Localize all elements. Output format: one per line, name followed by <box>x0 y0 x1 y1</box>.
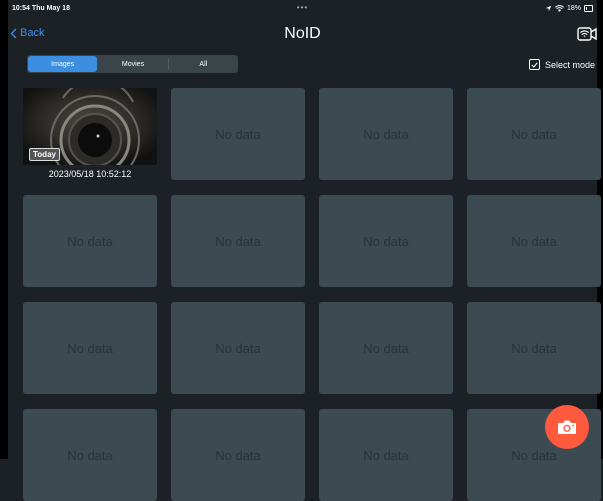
empty-media-tile: No data <box>23 302 157 394</box>
empty-media-tile: No data <box>319 409 453 501</box>
tab-images[interactable]: Images <box>28 56 98 72</box>
no-data-label: No data <box>363 340 409 356</box>
image-thumbnail[interactable]: Today <box>23 88 157 165</box>
empty-media-tile: No data <box>23 409 157 501</box>
status-icons: 18% <box>545 5 593 12</box>
select-mode-toggle[interactable]: Select mode <box>528 59 595 70</box>
no-data-label: No data <box>215 340 261 356</box>
no-data-label: No data <box>215 126 261 142</box>
navigation-bar: Back NoID <box>8 22 597 48</box>
empty-media-tile: No data <box>171 88 305 180</box>
status-time: 10:54 Thu May 18 <box>12 5 70 12</box>
empty-media-tile: No data <box>23 195 157 287</box>
tab-movies[interactable]: Movies <box>98 55 167 73</box>
checkbox-checked-icon[interactable] <box>528 59 540 70</box>
empty-media-tile: No data <box>319 88 453 180</box>
empty-media-tile: No data <box>171 302 305 394</box>
today-badge: Today <box>29 148 60 161</box>
back-button[interactable]: Back <box>10 27 44 39</box>
wifi-icon <box>555 5 564 12</box>
no-data-label: No data <box>363 447 409 463</box>
screen-frame-left <box>0 0 8 459</box>
status-bar: 10:54 Thu May 18 ••• 18% <box>8 0 597 20</box>
no-data-label: No data <box>363 233 409 249</box>
no-data-label: No data <box>511 233 557 249</box>
empty-media-tile: No data <box>319 302 453 394</box>
page-title: NoID <box>284 25 321 42</box>
chevron-left-icon <box>10 28 17 38</box>
no-data-label: No data <box>67 340 113 356</box>
camera-icon <box>558 420 576 434</box>
select-mode-label: Select mode <box>544 59 595 70</box>
tab-all[interactable]: All <box>169 55 238 73</box>
media-type-tabs: Images Movies All <box>27 55 238 73</box>
location-icon <box>545 5 552 12</box>
empty-media-tile: No data <box>467 302 601 394</box>
no-data-label: No data <box>67 233 113 249</box>
no-data-label: No data <box>67 447 113 463</box>
no-data-label: No data <box>511 447 557 463</box>
empty-media-tile: No data <box>171 409 305 501</box>
multitask-dots: ••• <box>296 3 309 12</box>
no-data-label: No data <box>363 126 409 142</box>
battery-icon <box>584 5 593 12</box>
no-data-label: No data <box>215 447 261 463</box>
wifi-camera-icon[interactable] <box>577 26 597 42</box>
empty-media-tile: No data <box>319 195 453 287</box>
empty-media-tile: No data <box>171 195 305 287</box>
back-label: Back <box>20 27 45 39</box>
no-data-label: No data <box>215 233 261 249</box>
empty-media-tile: No data <box>467 88 601 180</box>
battery-percent: 18% <box>566 5 581 12</box>
capture-button[interactable] <box>545 405 589 449</box>
no-data-label: No data <box>511 340 557 356</box>
thumbnail-timestamp: 2023/05/18 10:52:12 <box>48 169 132 179</box>
no-data-label: No data <box>511 126 557 142</box>
empty-media-tile: No data <box>467 195 601 287</box>
